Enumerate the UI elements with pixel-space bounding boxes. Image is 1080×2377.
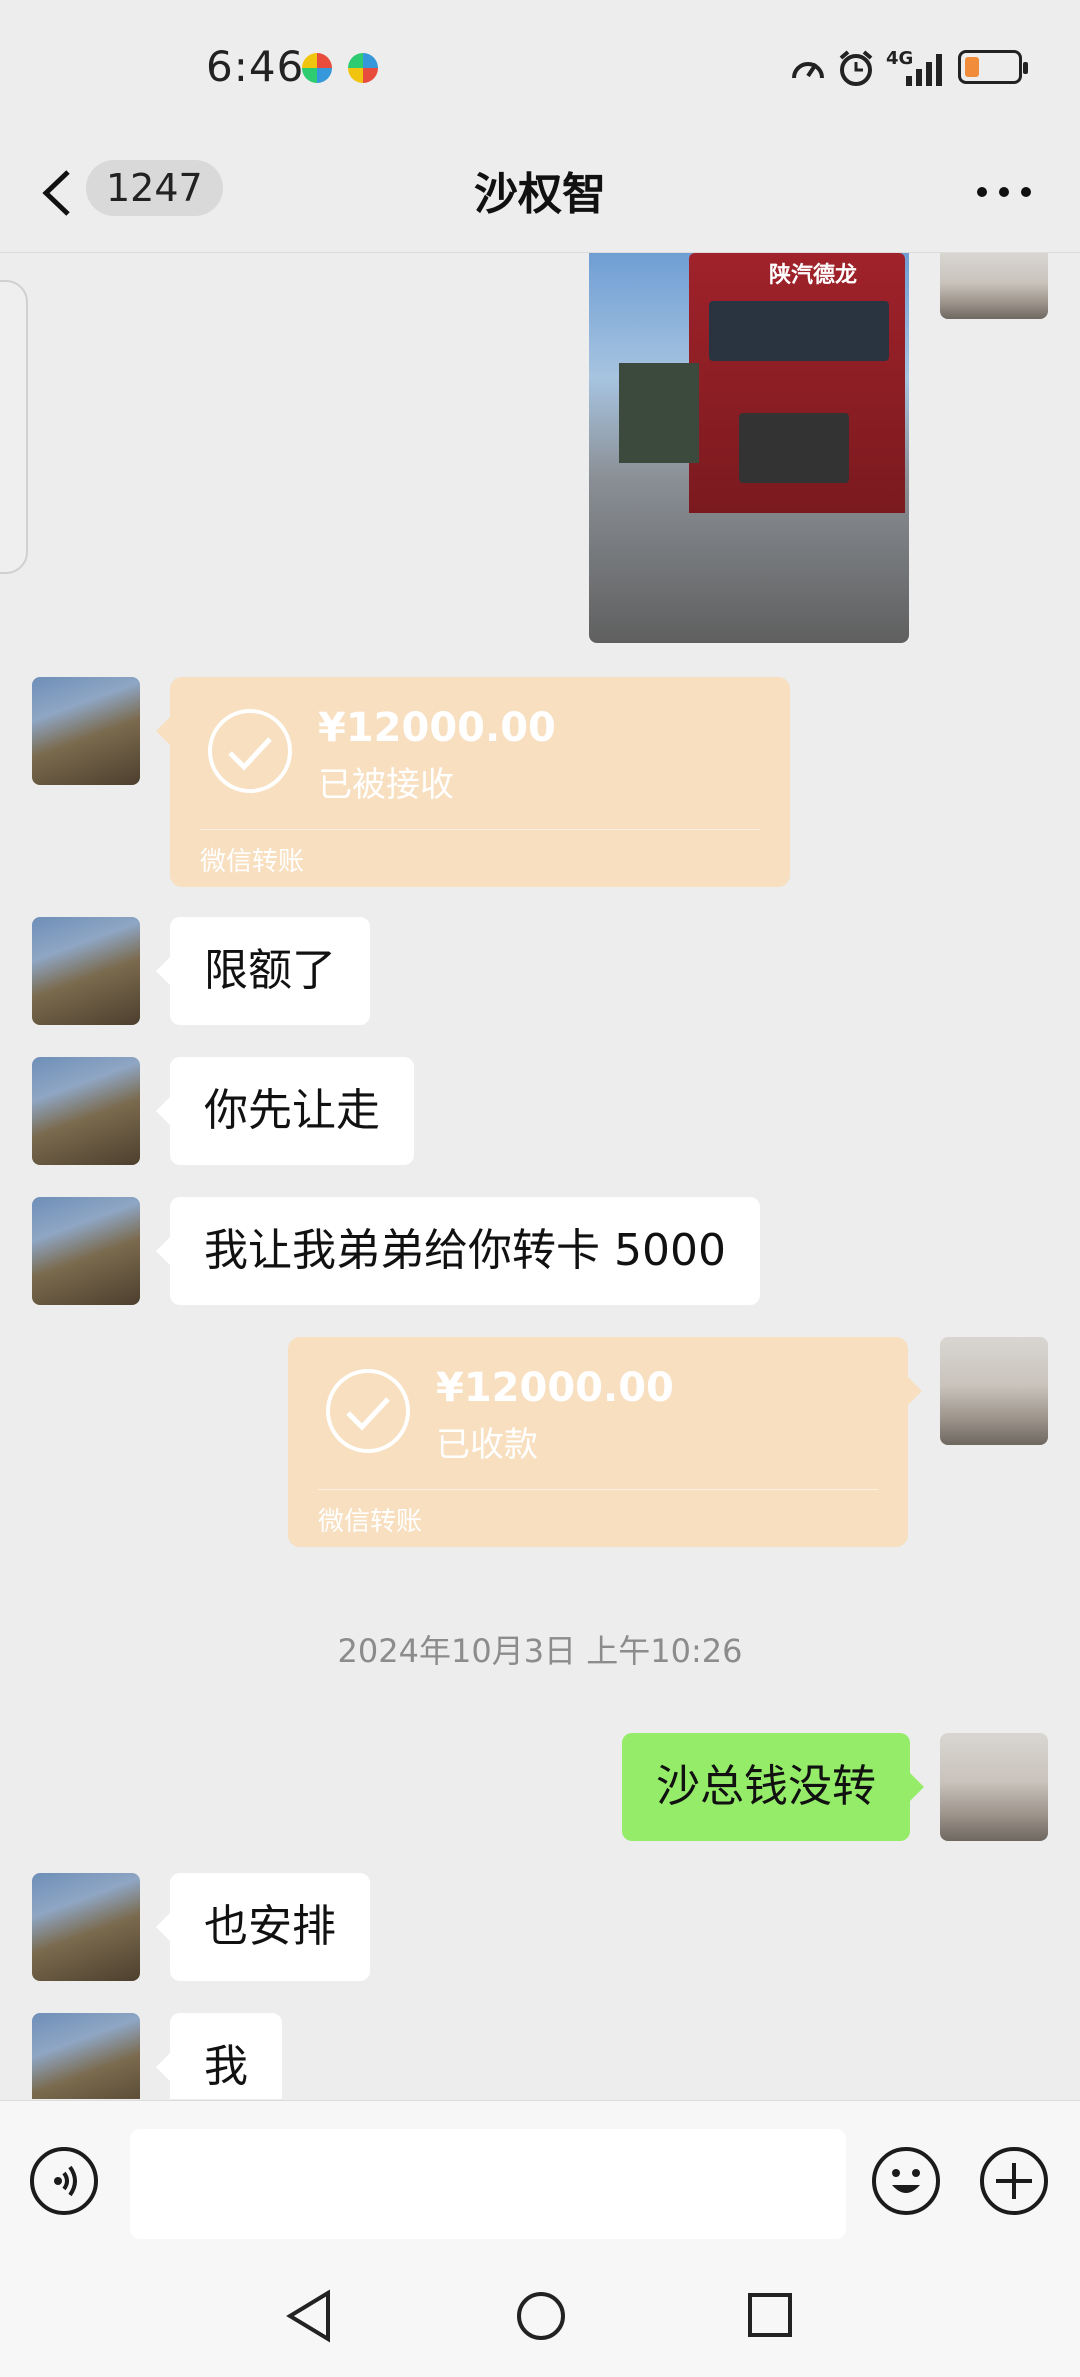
status-bar: 6:46 4G — [0, 0, 1080, 130]
message-timestamp: 2024年10月3日 上午10:26 — [337, 1632, 743, 1670]
transfer-card-received[interactable]: ¥12000.00 已被接收 微信转账 — [156, 677, 790, 887]
transfer-status: 已收款 — [436, 1425, 538, 1465]
truck-photo[interactable]: 陕汽德龙 — [589, 253, 909, 643]
battery-level — [965, 57, 979, 77]
message-bubble[interactable]: 限额了 — [156, 917, 370, 1025]
avatar-contact[interactable] — [32, 677, 140, 785]
emoji-icon[interactable] — [872, 2147, 940, 2215]
transfer-card-collected[interactable]: ¥12000.00 已收款 微信转账 — [288, 1337, 922, 1547]
plus-icon[interactable] — [980, 2147, 1048, 2215]
app-notification-icon — [302, 53, 332, 83]
message-list[interactable]: 陕汽德龙 ¥12000.00 已被接收 微信转账 限额了 你先让走 我让我弟弟给… — [0, 253, 1080, 2099]
avatar-contact[interactable] — [32, 917, 140, 1025]
nav-home-icon[interactable] — [514, 2289, 568, 2343]
truck-grille — [739, 413, 849, 483]
transfer-amount: ¥12000.00 — [436, 1365, 674, 1411]
transfer-brand: 微信转账 — [200, 847, 305, 877]
transfer-brand: 微信转账 — [318, 1507, 423, 1537]
transfer-status: 已被接收 — [318, 765, 454, 805]
message-bubble[interactable]: 也安排 — [156, 1873, 370, 1981]
input-bar — [0, 2100, 1080, 2377]
background-vehicle — [619, 363, 699, 463]
divider — [318, 1489, 878, 1490]
check-circle-icon — [326, 1369, 410, 1453]
more-dots-icon[interactable] — [976, 186, 1032, 198]
message-bubble[interactable]: 我让我弟弟给你转卡 5000 — [156, 1197, 760, 1305]
battery-icon — [958, 50, 1028, 84]
avatar-self[interactable] — [940, 253, 1048, 319]
nav-recents-icon[interactable] — [746, 2291, 794, 2339]
app-notification-icon — [348, 53, 378, 83]
message-input[interactable] — [130, 2129, 846, 2239]
avatar-contact[interactable] — [32, 1057, 140, 1165]
transfer-amount: ¥12000.00 — [318, 705, 556, 751]
signal-icon — [906, 54, 942, 86]
voice-icon[interactable] — [30, 2147, 98, 2215]
alarm-icon — [839, 50, 873, 86]
nav-back-icon[interactable] — [284, 2289, 334, 2343]
message-bubble[interactable]: 我 — [156, 2013, 282, 2099]
avatar-self[interactable] — [940, 1337, 1048, 1445]
chat-header: 1247 沙权智 — [0, 130, 1080, 253]
contact-name[interactable]: 沙权智 — [0, 158, 1080, 222]
status-time: 6:46 — [206, 42, 305, 91]
avatar-self[interactable] — [940, 1733, 1048, 1841]
avatar-contact[interactable] — [32, 2013, 140, 2099]
avatar-contact[interactable] — [32, 1197, 140, 1305]
message-bubble-self[interactable]: 沙总钱没转 — [622, 1733, 924, 1841]
truck-brand-text: 陕汽德龙 — [769, 263, 858, 288]
message-bubble[interactable]: 你先让走 — [156, 1057, 414, 1165]
check-circle-icon — [208, 709, 292, 793]
truck-windshield — [709, 301, 889, 361]
avatar-contact[interactable] — [32, 1873, 140, 1981]
speedometer-icon — [792, 62, 824, 79]
divider — [200, 829, 760, 830]
